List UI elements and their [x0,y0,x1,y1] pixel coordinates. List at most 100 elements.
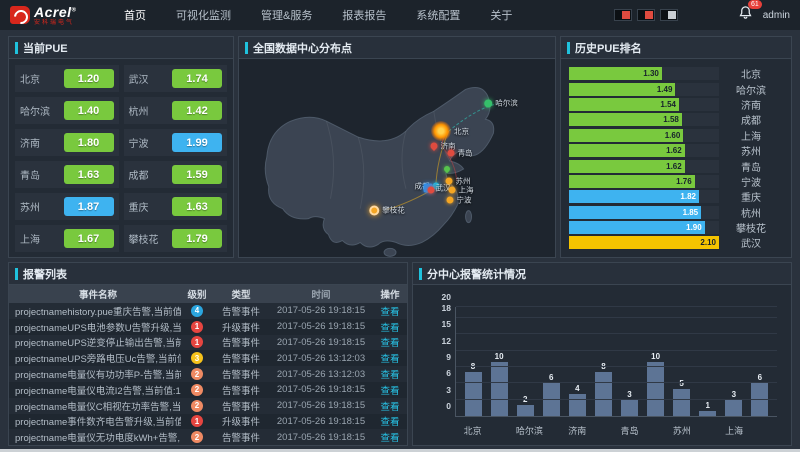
nav-item-0[interactable]: 首页 [124,7,146,23]
level-cell: 1 [181,336,213,348]
table-row[interactable]: projectname电量仪有功功率P-告警,当前值:33.82告警事件2017… [9,366,407,382]
chart-bar[interactable] [543,383,560,416]
col-type: 类型 [213,287,269,301]
dot-orange-icon [447,197,454,204]
chart-bar[interactable] [647,362,664,417]
action-cell: 查看 [373,399,407,413]
event-type: 告警事件 [213,383,269,397]
history-bar-row: 1.62青岛 [569,158,783,173]
view-link[interactable]: 查看 [380,417,399,428]
event-type: 告警事件 [213,304,269,318]
history-bar-city: 苏州 [719,143,783,158]
pue-cell-重庆: 重庆1.63 [124,193,228,220]
table-row[interactable]: projectname电量仪电流I2告警,当前值:18.02告警事件2017-0… [9,382,407,398]
history-bar-track: 1.82 [569,190,719,203]
view-link[interactable]: 查看 [380,433,399,444]
table-row[interactable]: projectnameUPS电池参数U告警升级,当前值:381升级事件2017-… [9,319,407,335]
level-cell: 2 [181,368,213,380]
dot-orange-icon [446,178,453,185]
pue-value-badge: 1.20 [64,69,114,88]
top-navbar: Acrel® 安科瑞电气 首页 可视化监测 管理&服务 报表报告 系统配置 关于 61 a… [0,0,800,30]
table-row[interactable]: projectnameUPS逆变停止输出告警,当前值:21告警事件2017-05… [9,335,407,351]
chart-bar[interactable] [517,405,534,416]
event-name: projectname电量仪电流I2告警,当前值:18.0 [9,383,181,397]
map-marker-哈尔滨: 哈尔滨 [484,98,518,109]
history-bar-row: 2.10武汉 [569,235,783,250]
pue-value-badge: 1.67 [64,229,114,248]
chart-bar-value: 1 [706,401,710,410]
alarm-stats-chart: 81026483105136 036912151820 北京哈尔滨济南青岛苏州上… [413,285,791,443]
chart-y-tick: 20 [442,292,451,302]
nav-item-2[interactable]: 管理&服务 [261,7,312,23]
chart-bar[interactable] [491,362,508,417]
history-bar-track: 1.62 [569,160,719,173]
acrel-logo-icon [10,6,30,24]
history-bar: 1.90 [569,221,705,234]
nav-item-1[interactable]: 可视化监测 [176,7,231,23]
chart-gridline [456,366,777,367]
table-row[interactable]: projectnamehistory.pue重庆告警,当前值:1.824告警事件… [9,303,407,319]
event-time: 2017-05-26 19:18:15 [269,321,373,332]
brand-name: Acrel® [34,5,76,19]
chart-bar[interactable] [673,389,690,416]
history-bar-track: 1.49 [569,83,719,96]
level-cell: 2 [181,400,213,412]
chart-x-label: 苏州 [673,424,690,437]
china-map[interactable]: 哈尔滨北京济南青岛成都武汉苏州上海宁波攀枝花 [239,59,555,257]
nav-item-3[interactable]: 报表报告 [342,7,386,23]
panel-title: 当前PUE [23,40,68,56]
level-cell: 2 [181,431,213,443]
indicator-segment [645,11,653,19]
table-row[interactable]: projectname事件数齐电告警升级,当前值:31升级事件2017-05-2… [9,414,407,430]
table-row[interactable]: projectname电量仪无功电度kWh+告警,当前值:30.12告警事件20… [9,429,407,445]
chart-bar[interactable] [621,400,638,416]
chart-bar[interactable] [465,372,482,416]
pue-city-label: 攀枝花 [129,231,159,246]
view-link[interactable]: 查看 [380,402,399,413]
dot-orange-icon [449,187,456,194]
event-time: 2017-05-26 19:18:15 [269,337,373,348]
history-bar-track: 1.58 [569,113,719,126]
chart-bar[interactable] [569,394,586,416]
view-link[interactable]: 查看 [380,338,399,349]
username[interactable]: admin [763,10,790,21]
nav-menu: 首页 可视化监测 管理&服务 报表报告 系统配置 关于 [124,7,512,23]
accent-bar [567,42,570,54]
view-link[interactable]: 查看 [380,354,399,365]
chart-y-tick: 3 [446,385,451,395]
history-bar-track: 1.85 [569,206,719,219]
table-row[interactable]: projectname电量仪C相视在功率告警,当前值:29.22告警事件2017… [9,398,407,414]
pue-city-label: 上海 [20,231,40,246]
pin-green-icon [443,165,451,173]
alarm-table-body: projectnamehistory.pue重庆告警,当前值:1.824告警事件… [9,303,407,445]
view-link[interactable]: 查看 [380,386,399,397]
chart-bar[interactable] [751,383,768,416]
view-link[interactable]: 查看 [380,323,399,334]
chart-bar[interactable] [595,372,612,416]
table-row[interactable]: projectnameUPS旁路电压Uc告警,当前值:2193告警事件2017-… [9,350,407,366]
notification-bell[interactable]: 61 [738,5,753,25]
history-bar-track: 2.10 [569,236,719,249]
chart-x-label: 北京 [464,424,481,437]
history-bar-track: 1.54 [569,98,719,111]
brand-logo: Acrel® 安科瑞电气 [10,5,106,26]
history-bar-track: 1.90 [569,221,719,234]
pue-city-label: 武汉 [129,71,149,86]
indicator-segment [622,11,630,19]
history-bar-row: 1.85杭州 [569,205,783,220]
pue-city-label: 哈尔滨 [20,103,50,118]
chart-x-label: 哈尔滨 [516,424,533,437]
nav-item-4[interactable]: 系统配置 [416,7,460,23]
level-badge: 4 [191,305,203,317]
panel-current-pue-header: 当前PUE [9,37,233,59]
history-bar-city: 济南 [719,97,783,112]
event-type: 告警事件 [213,367,269,381]
nav-item-5[interactable]: 关于 [490,7,512,23]
pue-grid: 北京1.20武汉1.74哈尔滨1.40杭州1.42济南1.80宁波1.99青岛1… [9,59,233,258]
view-link[interactable]: 查看 [380,370,399,381]
history-bar: 1.30 [569,67,662,80]
chart-bar[interactable] [699,411,716,416]
pue-value-badge: 1.59 [172,165,222,184]
view-link[interactable]: 查看 [380,307,399,318]
chart-bar[interactable] [725,400,742,416]
